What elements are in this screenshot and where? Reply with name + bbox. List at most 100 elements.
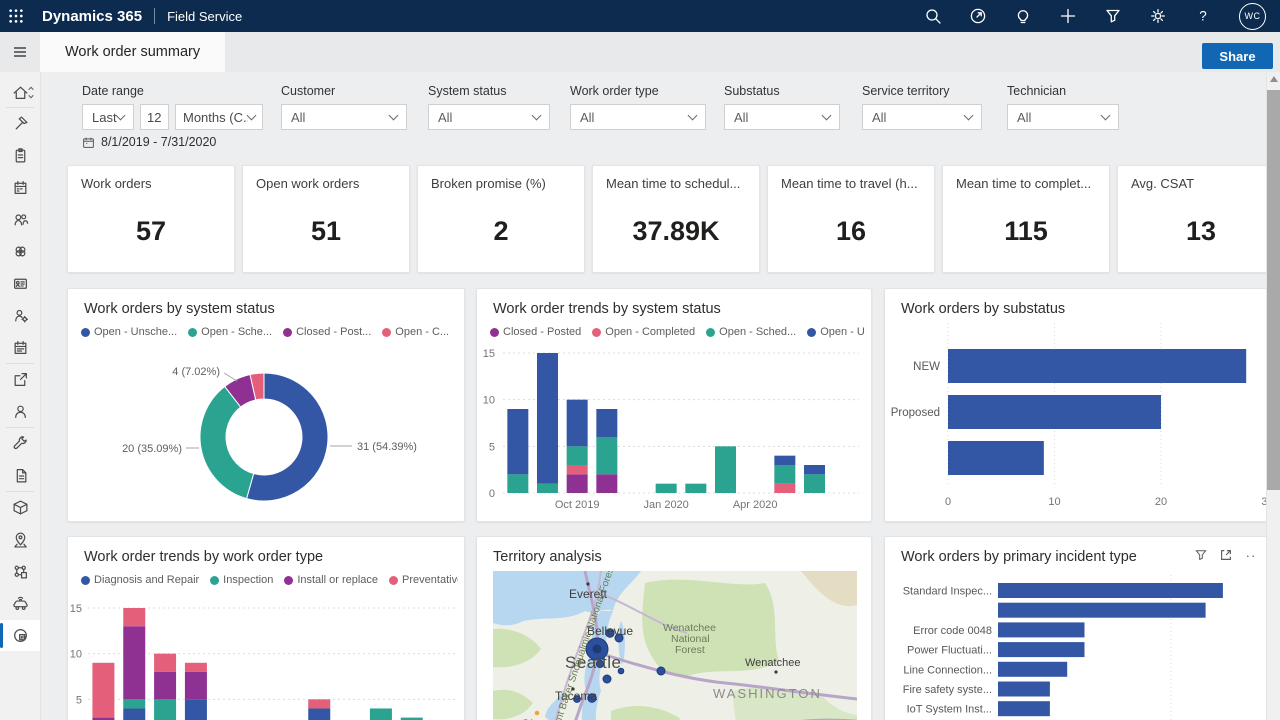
category-label: IoT System Inst... xyxy=(907,704,992,716)
module-name[interactable]: Field Service xyxy=(167,9,242,24)
share-button[interactable]: Share xyxy=(1202,43,1273,69)
bar[interactable] xyxy=(998,642,1085,657)
sidebar-item-document[interactable] xyxy=(0,460,40,491)
bar[interactable] xyxy=(998,603,1206,618)
sidebar-item-wrench[interactable] xyxy=(0,428,40,459)
date-range-unit-select[interactable]: Months (C... xyxy=(175,104,263,130)
wrench-icon xyxy=(12,435,29,452)
bar-segment[interactable] xyxy=(537,484,558,493)
bar-segment[interactable] xyxy=(185,699,207,720)
filter-dropdown-work-order-type[interactable]: All xyxy=(570,104,706,130)
sidebar-item-share-box[interactable] xyxy=(0,364,40,395)
bar-segment[interactable] xyxy=(154,654,176,672)
scrollbar-thumb[interactable] xyxy=(1267,90,1280,490)
sidebar-item-knot[interactable] xyxy=(0,236,40,267)
bar[interactable] xyxy=(948,395,1161,429)
hamburger-menu-icon[interactable] xyxy=(0,32,40,72)
filter-dropdown-technician[interactable]: All xyxy=(1007,104,1119,130)
bar[interactable] xyxy=(998,682,1050,697)
bar-segment[interactable] xyxy=(567,474,588,493)
bar[interactable] xyxy=(998,583,1223,598)
bar-segment[interactable] xyxy=(185,663,207,672)
map-city-dot xyxy=(586,582,589,585)
kpi-card-3: Broken promise (%)2 xyxy=(417,165,585,273)
bar-segment[interactable] xyxy=(308,699,330,708)
bar-segment[interactable] xyxy=(804,465,825,474)
bar-segment[interactable] xyxy=(92,663,114,718)
bar-segment[interactable] xyxy=(804,474,825,493)
bar-segment[interactable] xyxy=(123,626,145,699)
bar-segment[interactable] xyxy=(685,484,706,493)
map-bubble[interactable] xyxy=(657,667,665,675)
filter-dropdown-system-status[interactable]: All xyxy=(428,104,550,130)
y-axis-tick-label: 15 xyxy=(483,348,495,360)
bar[interactable] xyxy=(998,662,1067,677)
sidebar-item-pin[interactable] xyxy=(0,108,40,139)
x-axis-tick-label: 0 xyxy=(945,496,951,508)
bar-segment[interactable] xyxy=(537,353,558,484)
bar-segment[interactable] xyxy=(308,708,330,720)
bar[interactable] xyxy=(948,441,1044,475)
bar-segment[interactable] xyxy=(370,708,392,720)
filter-dropdown-substatus[interactable]: All xyxy=(724,104,840,130)
app-name[interactable]: Dynamics 365 xyxy=(42,8,142,25)
bar-segment[interactable] xyxy=(656,484,677,493)
app-launcher-waffle-icon[interactable] xyxy=(0,0,32,32)
map-bubble[interactable] xyxy=(603,675,611,683)
user-avatar[interactable]: WC xyxy=(1239,3,1266,30)
sidebar-item-home[interactable] xyxy=(0,77,40,108)
map-canvas[interactable]: Everett Bellevue Seattle Tacoma Olympia … xyxy=(493,571,857,720)
bar-segment[interactable] xyxy=(596,474,617,493)
plus-icon[interactable] xyxy=(1059,7,1077,25)
sidebar-item-analytics[interactable] xyxy=(0,620,40,651)
guided-icon[interactable] xyxy=(969,7,987,25)
filter-dropdown-customer[interactable]: All xyxy=(281,104,407,130)
bar-segment[interactable] xyxy=(596,437,617,474)
sidebar-item-id-card[interactable] xyxy=(0,268,40,299)
category-label: Error code 0048 xyxy=(913,625,992,637)
scrollbar-up-arrow-icon[interactable] xyxy=(1270,76,1278,82)
bar-segment[interactable] xyxy=(774,456,795,465)
sidebar-item-calendar[interactable] xyxy=(0,172,40,203)
bar-segment[interactable] xyxy=(567,465,588,474)
help-icon[interactable]: ? xyxy=(1194,7,1212,25)
bar-segment[interactable] xyxy=(567,400,588,447)
bar-segment[interactable] xyxy=(596,409,617,437)
sidebar-item-box[interactable] xyxy=(0,492,40,523)
gear-icon[interactable] xyxy=(1149,7,1167,25)
sidebar-item-clipboard[interactable] xyxy=(0,140,40,171)
sidebar-item-person-gear[interactable] xyxy=(0,300,40,331)
date-range-count-input[interactable]: 12 xyxy=(140,104,169,130)
filter-label-customer: Customer xyxy=(281,84,335,98)
bar[interactable] xyxy=(948,349,1246,383)
search-icon[interactable] xyxy=(924,7,942,25)
sidebar-item-car[interactable] xyxy=(0,588,40,619)
bar-segment[interactable] xyxy=(185,672,207,699)
bar-segment[interactable] xyxy=(715,446,736,493)
tab-work-order-summary[interactable]: Work order summary xyxy=(40,32,225,72)
sidebar-item-people[interactable] xyxy=(0,204,40,235)
bar-segment[interactable] xyxy=(507,409,528,474)
bar-segment[interactable] xyxy=(123,608,145,626)
vertical-scrollbar[interactable] xyxy=(1266,72,1280,720)
home-expand-chevrons-icon[interactable] xyxy=(27,85,35,105)
bar-segment[interactable] xyxy=(774,465,795,484)
bar-segment[interactable] xyxy=(567,446,588,465)
sidebar-item-calendar-2[interactable] xyxy=(0,332,40,363)
bulb-icon[interactable] xyxy=(1014,7,1032,25)
sidebar-item-person[interactable] xyxy=(0,396,40,427)
date-range-last-select[interactable]: Last xyxy=(82,104,134,130)
sidebar-item-map-pin[interactable] xyxy=(0,524,40,555)
bar[interactable] xyxy=(998,622,1085,637)
bar-segment[interactable] xyxy=(123,699,145,708)
filter-dropdown-service-territory[interactable]: All xyxy=(862,104,982,130)
bar-segment[interactable] xyxy=(154,699,176,720)
bar-segment[interactable] xyxy=(123,708,145,720)
bar-segment[interactable] xyxy=(774,484,795,493)
bar-segment[interactable] xyxy=(507,474,528,493)
sidebar-item-network[interactable] xyxy=(0,556,40,587)
funnel-icon[interactable] xyxy=(1104,7,1122,25)
bar-segment[interactable] xyxy=(154,672,176,699)
bar[interactable] xyxy=(998,701,1050,716)
territory-map[interactable]: Everett Bellevue Seattle Tacoma Olympia … xyxy=(493,571,857,720)
